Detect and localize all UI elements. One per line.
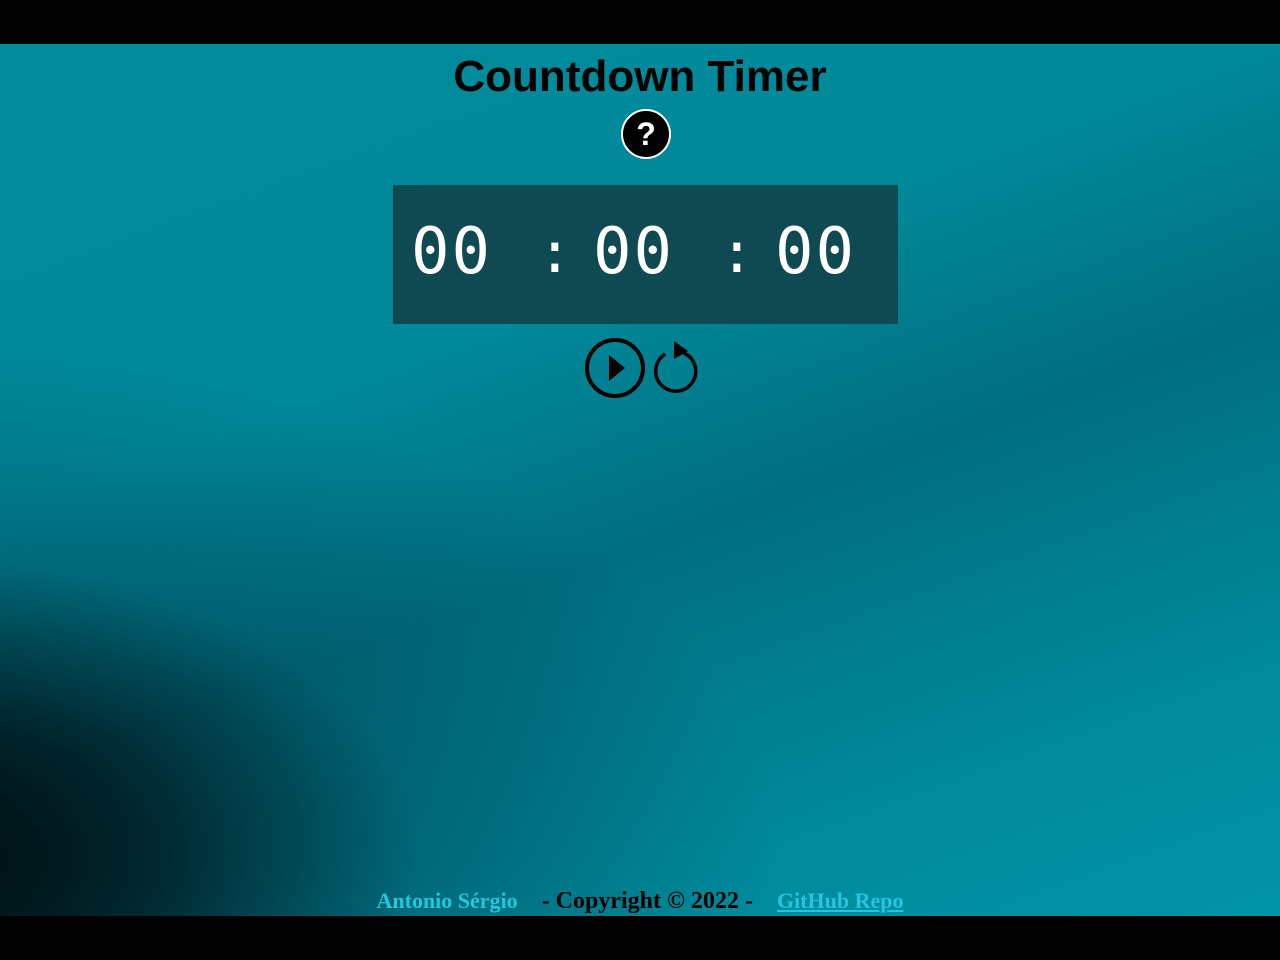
play-button[interactable] [584,337,646,399]
reset-icon [653,341,698,393]
hours-value[interactable]: 00 [411,217,492,287]
author-name: Antonio Sérgio [376,888,518,913]
timer-controls [584,337,704,401]
page-title: Countdown Timer [453,52,827,101]
play-circle-icon [585,338,645,398]
help-button[interactable]: ? [621,109,671,159]
reset-button[interactable] [650,339,702,395]
footer: Antonio Sérgio - Copyright © 2022 - GitH… [0,884,1280,916]
time-separator: : [538,221,572,286]
minutes-value[interactable]: 00 [593,217,674,287]
app-viewport: Countdown Timer ? 00 : 00 : 00 Antonio S… [0,44,1280,916]
github-repo-link[interactable]: GitHub Repo [777,888,904,913]
copyright-text: - Copyright © 2022 - [541,888,753,914]
time-separator: : [720,221,754,286]
seconds-value[interactable]: 00 [775,217,856,287]
timer-display: 00 : 00 : 00 [393,185,898,324]
